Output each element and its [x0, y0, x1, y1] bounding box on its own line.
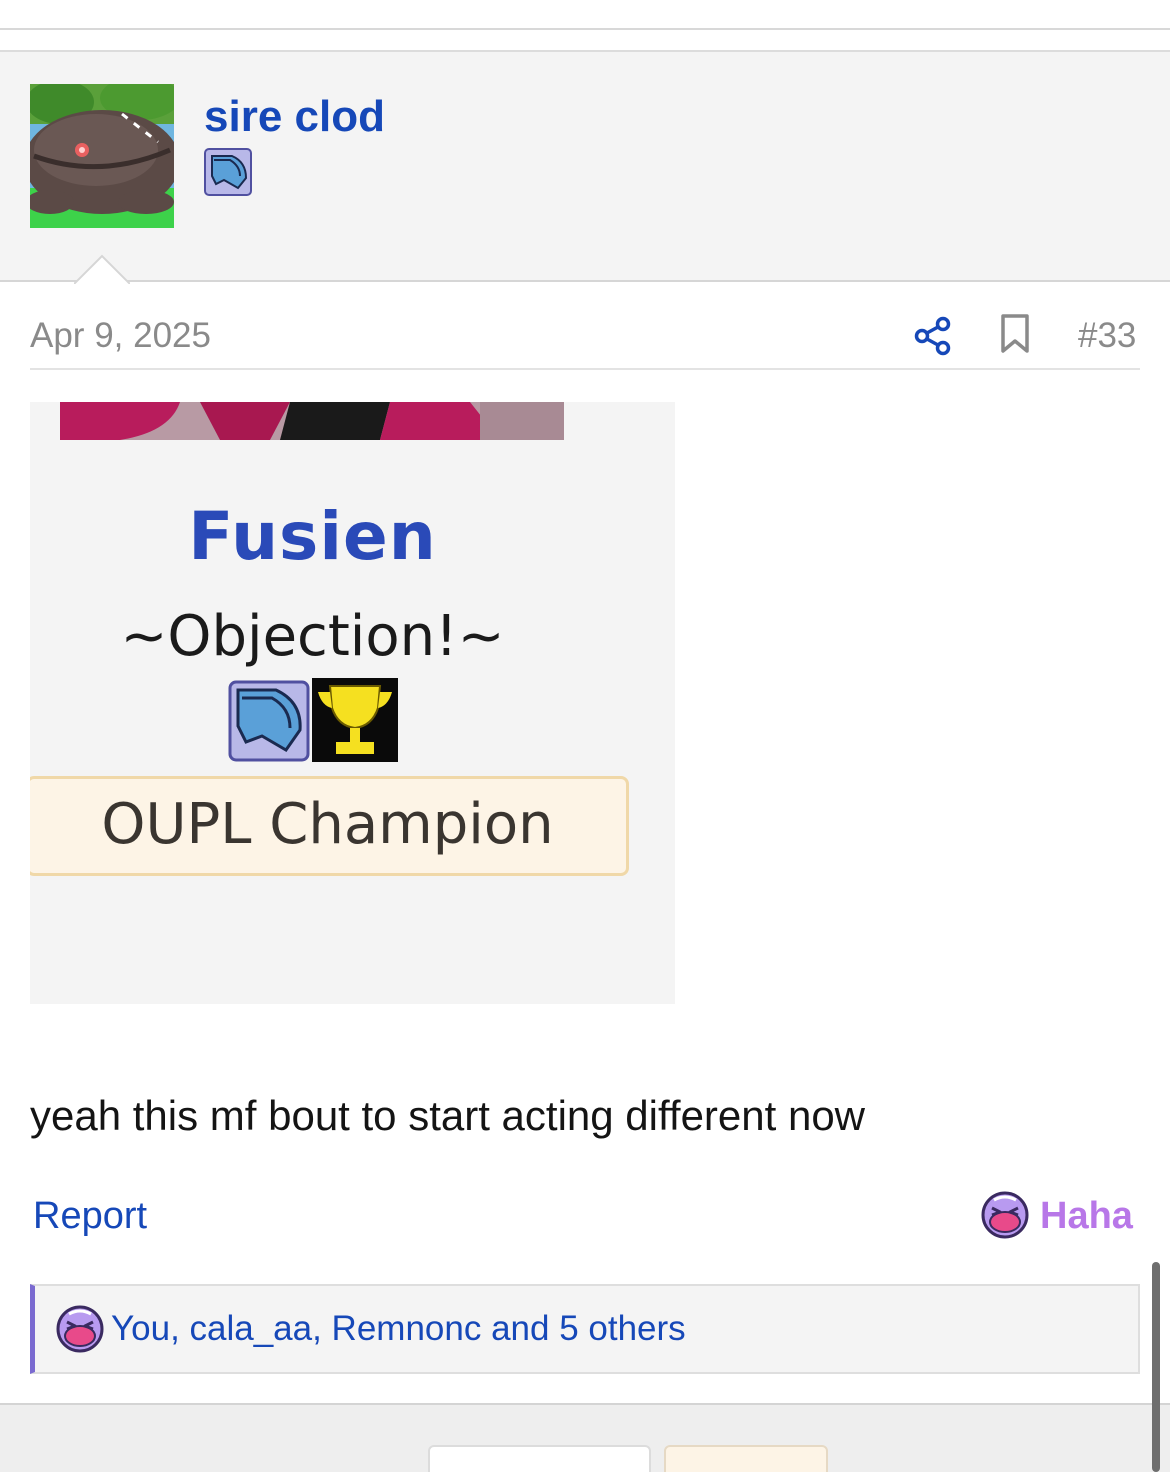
bookmark-icon[interactable] [997, 313, 1033, 355]
post-body-text: yeah this mf bout to start acting differ… [30, 1092, 866, 1139]
share-icon[interactable] [913, 316, 953, 356]
post-pointer-arrow [74, 254, 130, 284]
signature-art-strip [60, 402, 564, 440]
footer-button[interactable] [664, 1445, 828, 1472]
reactions-summary-bar[interactable]: You, cala_aa, Remnonc and 5 others [30, 1284, 1140, 1374]
haha-face-icon[interactable] [980, 1190, 1030, 1240]
post-date[interactable]: Apr 9, 2025 [30, 316, 211, 356]
signature-title: ~Objection!~ [120, 604, 505, 669]
top-strip [0, 0, 1170, 30]
divider [30, 368, 1140, 370]
post-user-header: sire clod [0, 50, 1170, 284]
reactions-summary-link[interactable]: You, cala_aa, Remnonc and 5 others [111, 1309, 686, 1349]
signature-image: Fusien ~Objection!~ OUPL Champion [30, 402, 675, 1004]
scrollbar[interactable] [1152, 1262, 1160, 1472]
avatar[interactable] [30, 84, 174, 228]
signature-badge-icon [228, 680, 310, 762]
username-link[interactable]: sire clod [204, 92, 385, 142]
footer-button[interactable] [428, 1445, 651, 1472]
user-badge-icon [204, 148, 252, 196]
footer-area [0, 1403, 1170, 1472]
signature-name: Fusien [188, 498, 437, 575]
signature-banner: OUPL Champion [30, 776, 629, 876]
reaction-button-label[interactable]: Haha [1040, 1195, 1133, 1238]
post-number-link[interactable]: #33 [1078, 316, 1136, 356]
report-link[interactable]: Report [33, 1195, 147, 1238]
trophy-icon [312, 678, 398, 762]
haha-face-icon [55, 1304, 105, 1354]
